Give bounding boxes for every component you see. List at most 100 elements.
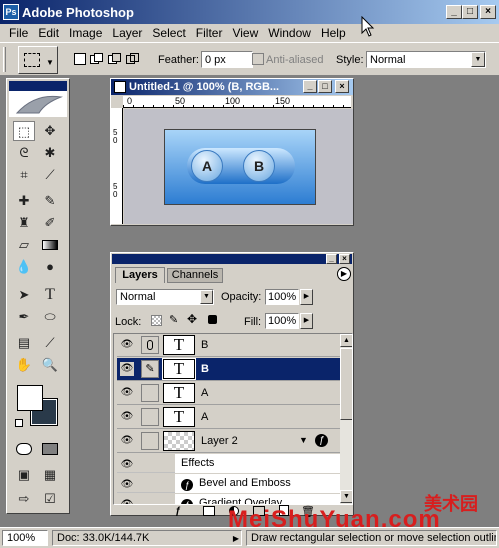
add-to-selection-icon[interactable] [90, 53, 104, 65]
type-tool-icon[interactable]: T [39, 285, 61, 305]
anti-aliased-checkbox[interactable] [252, 53, 264, 65]
document-canvas[interactable]: A B [164, 129, 316, 205]
layer-name[interactable]: A [201, 411, 208, 423]
visibility-eye-icon[interactable]: 👁 [120, 386, 134, 400]
menu-edit[interactable]: Edit [33, 24, 64, 42]
menu-view[interactable]: View [227, 24, 263, 42]
layer-row[interactable]: 👁 T A [117, 382, 341, 405]
visibility-eye-icon[interactable]: 👁 [120, 410, 134, 424]
crop-tool-icon[interactable]: ⌗ [13, 165, 35, 185]
zoom-tool-icon[interactable]: 🔍 [39, 355, 61, 375]
style-select[interactable]: Normal ▼ [366, 51, 486, 68]
add-layer-style-icon[interactable]: ƒ [175, 506, 189, 517]
chevron-down-icon[interactable]: ▼ [200, 290, 213, 304]
slice-tool-icon[interactable]: ⟋ [39, 165, 61, 185]
layer-row[interactable]: 👁 Layer 2 ▼ ƒ [117, 430, 341, 453]
menu-filter[interactable]: Filter [191, 24, 228, 42]
full-screen-mode-icon[interactable]: ▦ [39, 465, 61, 485]
link-box[interactable] [141, 408, 159, 426]
tool-preset-picker[interactable]: ▼ [18, 46, 58, 74]
minimize-button[interactable]: _ [446, 5, 462, 19]
effects-row[interactable]: 👁 Effects [117, 454, 341, 473]
standard-screen-mode-icon[interactable]: ▣ [13, 465, 35, 485]
clone-stamp-tool-icon[interactable]: ♜ [13, 213, 35, 233]
eraser-tool-icon[interactable]: ▱ [13, 235, 35, 255]
menu-select[interactable]: Select [147, 24, 190, 42]
magic-wand-tool-icon[interactable]: ✱ [39, 143, 61, 163]
visibility-eye-icon[interactable]: 👁 [120, 338, 134, 352]
maximize-button[interactable]: □ [462, 5, 478, 19]
subtract-from-selection-icon[interactable] [108, 53, 122, 65]
visibility-eye-icon[interactable]: 👁 [120, 434, 134, 448]
link-box[interactable] [141, 384, 159, 402]
blur-tool-icon[interactable]: 💧 [13, 257, 35, 277]
scroll-up-arrow-icon[interactable]: ▲ [340, 334, 352, 347]
palette-close-button[interactable]: × [339, 254, 350, 264]
foreground-color-swatch[interactable] [17, 385, 43, 411]
layer-name[interactable]: B [201, 363, 209, 375]
blend-mode-select[interactable]: Normal ▼ [116, 289, 214, 305]
visibility-eye-icon[interactable]: 👁 [120, 362, 134, 376]
dodge-tool-icon[interactable]: ● [39, 257, 61, 277]
default-colors-icon[interactable] [15, 419, 23, 427]
zoom-level-field[interactable]: 100% [2, 530, 48, 546]
intersect-selection-icon[interactable] [126, 53, 140, 65]
chevron-down-icon[interactable]: ▼ [471, 52, 485, 67]
opacity-input[interactable]: 100% [265, 289, 299, 305]
doc-minimize-button[interactable]: _ [303, 80, 317, 93]
collapse-effects-icon[interactable]: ▼ [299, 435, 308, 445]
close-button[interactable]: × [480, 5, 496, 19]
fill-slider-button[interactable]: ▶ [300, 313, 313, 329]
menu-image[interactable]: Image [64, 24, 107, 42]
path-selection-tool-icon[interactable]: ➤ [13, 285, 35, 305]
menu-layer[interactable]: Layer [107, 24, 147, 42]
visibility-eye-icon[interactable]: 👁 [120, 458, 134, 472]
layer-row[interactable]: 👁 T B [117, 334, 341, 357]
jump-to-imageready-icon[interactable]: ⇨ [13, 489, 35, 509]
standard-mode-icon[interactable] [13, 439, 35, 459]
lock-transparency-icon[interactable] [151, 315, 162, 326]
scroll-down-arrow-icon[interactable]: ▼ [340, 490, 352, 503]
feather-input[interactable]: 0 px [201, 51, 253, 68]
palette-minimize-button[interactable]: _ [326, 254, 337, 264]
layer-name[interactable]: Layer 2 [201, 435, 238, 447]
layer-name[interactable]: B [201, 339, 208, 351]
checkbox-icon[interactable]: ☑ [39, 489, 61, 509]
menu-window[interactable]: Window [263, 24, 316, 42]
rect-marquee-tool-icon[interactable]: ⬚ [13, 121, 35, 141]
layer-name[interactable]: A [201, 387, 208, 399]
layers-scrollbar[interactable]: ▲ ▼ [340, 334, 352, 504]
visibility-eye-icon[interactable]: 👁 [120, 498, 134, 504]
link-box[interactable] [141, 432, 159, 450]
tab-channels[interactable]: Channels [167, 268, 223, 283]
doc-maximize-button[interactable]: □ [318, 80, 332, 93]
lasso-tool-icon[interactable]: ᘓ [13, 143, 35, 163]
effect-row[interactable]: 👁 ƒ Gradient Overlay [117, 494, 341, 504]
tab-layers[interactable]: Layers [115, 267, 165, 283]
status-menu-arrow-icon[interactable]: ▶ [233, 534, 239, 543]
gradient-tool-icon[interactable] [39, 235, 61, 255]
history-brush-tool-icon[interactable]: ✐ [39, 213, 61, 233]
scroll-thumb[interactable] [340, 348, 352, 420]
visibility-eye-icon[interactable]: 👁 [120, 478, 134, 492]
opacity-slider-button[interactable]: ▶ [300, 289, 313, 305]
brush-tool-icon[interactable]: ✎ [39, 191, 61, 211]
new-selection-icon[interactable] [74, 53, 86, 65]
eyedropper-tool-icon[interactable]: ⟋ [39, 333, 61, 353]
effect-row[interactable]: 👁 ƒ Bevel and Emboss [117, 474, 341, 493]
ellipse-tool-icon[interactable]: ⬭ [39, 307, 61, 327]
lock-image-icon[interactable]: ✎ [169, 313, 178, 326]
quick-mask-mode-icon[interactable] [39, 439, 61, 459]
move-tool-icon[interactable]: ✥ [39, 121, 61, 141]
lock-all-icon[interactable] [208, 315, 217, 324]
menu-file[interactable]: File [4, 24, 33, 42]
layer-row-selected[interactable]: 👁 ✎ T B [117, 358, 341, 381]
doc-size-status[interactable]: Doc: 33.0K/144.7K ▶ [52, 530, 242, 546]
add-mask-icon[interactable] [203, 506, 215, 516]
layer-row[interactable]: 👁 T A [117, 406, 341, 429]
menu-help[interactable]: Help [316, 24, 351, 42]
healing-brush-tool-icon[interactable]: ✚ [13, 191, 35, 211]
canvas-area[interactable]: A B [124, 109, 353, 224]
link-chain-icon[interactable] [141, 336, 159, 354]
lock-position-icon[interactable]: ✥ [187, 312, 197, 326]
